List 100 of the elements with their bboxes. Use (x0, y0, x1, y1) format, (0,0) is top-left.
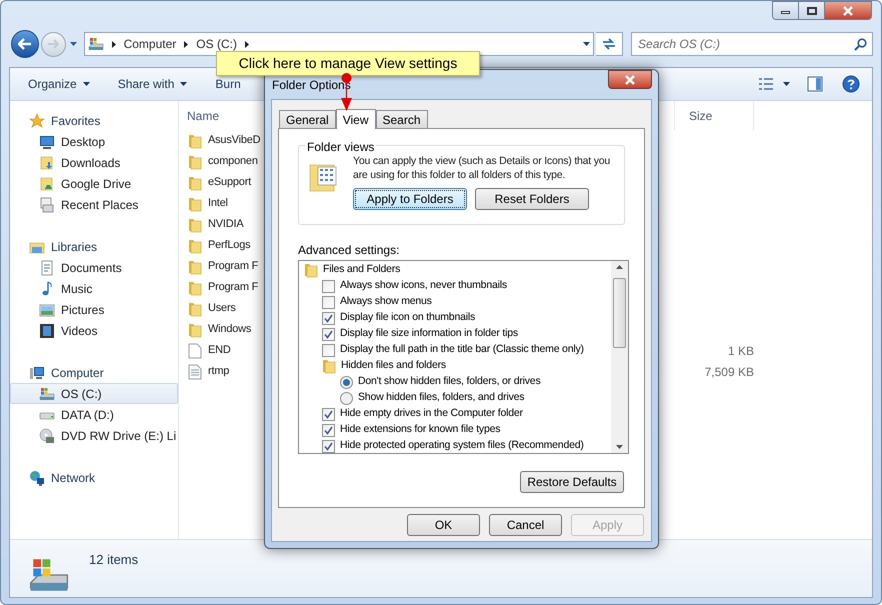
description: You can apply the view (such as Details or Icons) that you are using for this folder to all folders of this type. (353, 154, 612, 182)
settings-group-label: Hidden files and folders (341, 358, 446, 374)
breadcrumb[interactable]: Computer (124, 35, 176, 53)
folder-view-icon (309, 162, 339, 194)
caret-icon (616, 445, 623, 449)
setting-label: Don't show hidden files, folders, or drives (358, 374, 540, 390)
folder-view-button[interactable]: Apply to Folders (353, 188, 467, 210)
help-icon[interactable] (842, 75, 860, 93)
setting-label: Always show menus (340, 294, 432, 310)
sidebar-heading[interactable]: Favorites (10, 110, 178, 131)
file-name[interactable]: AsusVibeD (208, 132, 260, 149)
toolbar-button[interactable]: Organize (20, 72, 98, 96)
file-name[interactable]: END (208, 342, 231, 359)
file-name[interactable]: rtmp (208, 363, 230, 380)
folder-icon (188, 280, 202, 296)
folder-icon (188, 322, 202, 338)
computer-icon (29, 364, 45, 380)
film-icon (39, 322, 55, 338)
checkbox[interactable] (322, 312, 335, 324)
sidebar-item[interactable]: Google Drive (10, 173, 178, 194)
checkbox[interactable] (322, 408, 335, 420)
setting-label: Show hidden files, folders, and drives (358, 390, 524, 406)
sidebar-item[interactable]: Documents (10, 257, 178, 278)
dialog-button[interactable]: OK (407, 514, 480, 536)
folder-icon (188, 216, 202, 232)
folder-icon (39, 176, 55, 192)
tab[interactable]: Search (376, 110, 428, 128)
item-count: 12 items (89, 551, 138, 569)
search-field[interactable]: Search OS (C:) (631, 32, 874, 56)
checkbox[interactable] (322, 440, 335, 452)
checkbox[interactable] (322, 296, 335, 308)
disc-drive-icon (39, 428, 55, 444)
section-label: Advanced settings: (298, 243, 400, 257)
forward-arrow-icon (47, 39, 60, 49)
back-button[interactable] (11, 30, 39, 58)
minimize-button[interactable] (773, 2, 799, 19)
monitor-icon (39, 134, 55, 150)
sidebar-item[interactable]: DVD RW Drive (E:) Li (10, 425, 178, 446)
radio-button[interactable] (340, 392, 353, 404)
restore-defaults-button[interactable]: Restore Defaults (520, 471, 624, 493)
close-button[interactable] (825, 2, 871, 19)
radio-button[interactable] (340, 376, 353, 388)
file-name[interactable]: componen (208, 153, 258, 170)
file-name[interactable]: Intel (208, 195, 228, 212)
sidebar-item[interactable]: Videos (10, 320, 178, 341)
file-icon (188, 342, 202, 358)
checkbox[interactable] (322, 280, 335, 292)
recent-places-icon (39, 196, 55, 212)
preview-pane-icon[interactable] (807, 76, 823, 92)
file-name[interactable]: PerfLogs (208, 237, 250, 254)
folder-view-button[interactable]: Reset Folders (475, 188, 589, 210)
checkbox[interactable] (322, 424, 335, 436)
toolbar-button[interactable]: Share with (110, 72, 196, 96)
setting-label: Always show icons, never thumbnails (340, 278, 507, 294)
checkbox[interactable] (322, 344, 335, 356)
sidebar-item[interactable]: Desktop (10, 131, 178, 152)
folder-icon (188, 300, 202, 316)
file-name[interactable]: Program F (208, 279, 258, 296)
sidebar-item[interactable]: OS (C:) (10, 383, 178, 404)
file-name[interactable]: Windows (208, 321, 252, 338)
view-options-button[interactable] (758, 77, 790, 91)
close-button[interactable] (608, 70, 652, 89)
sidebar-heading[interactable]: Computer (10, 362, 178, 383)
file-name[interactable]: NVIDIA (208, 216, 244, 233)
chevron-icon (184, 40, 188, 48)
folder-icon (188, 174, 202, 190)
sidebar-item[interactable]: Recent Places (10, 194, 178, 215)
column-header[interactable]: Size (674, 101, 754, 130)
file-name[interactable]: eSupport (208, 174, 252, 191)
scrollbar[interactable] (611, 261, 628, 453)
caret-icon (583, 42, 590, 46)
chevron-icon (244, 40, 249, 48)
sidebar-heading[interactable]: Libraries (10, 236, 178, 257)
tab[interactable]: General (279, 110, 336, 128)
maximize-button[interactable] (799, 2, 825, 19)
checkbox[interactable] (322, 328, 335, 340)
sidebar-item[interactable]: Music (10, 278, 178, 299)
file-size: 1 KB (728, 342, 754, 360)
refresh-icon (602, 38, 616, 50)
download-folder-icon (39, 154, 55, 170)
folder-icon (304, 262, 318, 278)
history-dropdown[interactable] (68, 42, 80, 46)
refresh-button[interactable] (596, 32, 624, 56)
caret-icon (180, 82, 188, 86)
file-name[interactable]: Users (208, 300, 236, 317)
file-name[interactable]: Program F (208, 258, 258, 275)
breadcrumb[interactable]: OS (C:) (196, 35, 237, 53)
sidebar-item[interactable]: Pictures (10, 299, 178, 320)
setting-label: Hide empty drives in the Computer folder (340, 406, 523, 422)
tab[interactable]: View (336, 109, 376, 129)
folder-icon (322, 358, 336, 374)
setting-label: Display file icon on thumbnails (340, 310, 476, 326)
sidebar-heading[interactable]: Network (10, 467, 178, 488)
sidebar-item[interactable]: Downloads (10, 152, 178, 173)
folder-icon (188, 196, 202, 212)
sidebar-item[interactable]: DATA (D:) (10, 404, 178, 425)
picture-icon (39, 302, 55, 318)
caret-icon (70, 42, 78, 46)
dialog-button[interactable]: Cancel (489, 514, 562, 536)
folder-icon (188, 238, 202, 254)
